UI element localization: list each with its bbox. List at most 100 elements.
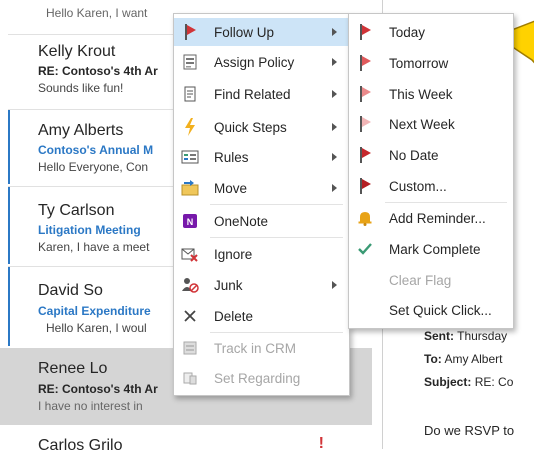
submenu-arrow-icon <box>332 90 337 98</box>
policy-icon <box>180 52 200 72</box>
junk-icon <box>180 275 200 295</box>
message-subject: Contoso's Annual M <box>38 143 154 157</box>
menu-item-label: Quick Steps <box>214 120 287 135</box>
crm-icon <box>180 338 200 358</box>
message-preview: Hello Karen, I woul <box>46 321 147 335</box>
ignore-icon <box>180 244 200 264</box>
submenu-item-label: No Date <box>389 148 439 163</box>
svg-text:N: N <box>187 217 194 227</box>
unread-indicator <box>8 110 10 184</box>
submenu-item-add-reminder[interactable]: Add Reminder... <box>349 204 513 232</box>
submenu-item-custom[interactable]: Custom... <box>349 172 513 200</box>
unread-indicator <box>8 267 10 346</box>
menu-item-label: Follow Up <box>214 25 275 40</box>
menu-separator <box>210 332 343 333</box>
menu-separator <box>385 202 507 203</box>
context-menu: Follow Up Assign Policy Find Related Qui… <box>173 13 350 396</box>
submenu-arrow-icon <box>332 123 337 131</box>
regarding-icon <box>180 368 200 388</box>
message-subject: RE: Contoso's 4th Ar <box>38 382 158 396</box>
flag-next-week-icon <box>355 114 375 134</box>
menu-item-label: Move <box>214 181 248 196</box>
menu-item-find-related[interactable]: Find Related <box>174 80 349 108</box>
menu-item-delete[interactable]: Delete <box>174 302 349 330</box>
submenu-item-clear-flag: Clear Flag <box>349 266 513 294</box>
submenu-item-tomorrow[interactable]: Tomorrow <box>349 49 513 77</box>
unread-indicator <box>8 187 10 264</box>
submenu-arrow-icon <box>332 153 337 161</box>
message-preview: Hello Karen, I want <box>46 6 148 20</box>
sent-label: Sent: <box>424 329 454 343</box>
checkmark-icon <box>355 239 375 259</box>
subject-label: Subject: <box>424 375 472 389</box>
submenu-item-label: Custom... <box>389 179 447 194</box>
menu-separator <box>210 204 343 205</box>
follow-up-submenu: Today Tomorrow This Week Next Week No Da… <box>348 13 514 329</box>
menu-item-assign-policy[interactable]: Assign Policy <box>174 48 349 76</box>
message-subject: Capital Expenditure <box>38 304 151 318</box>
flag-custom-icon <box>355 176 375 196</box>
flag-tomorrow-icon <box>355 53 375 73</box>
menu-item-ignore[interactable]: Ignore <box>174 240 349 268</box>
menu-item-label: Junk <box>214 278 243 293</box>
message-sender: Kelly Krout <box>38 43 116 60</box>
lightning-icon <box>180 117 200 137</box>
to-label: To: <box>424 352 442 366</box>
submenu-item-label: Clear Flag <box>389 273 452 288</box>
menu-item-label: Assign Policy <box>214 55 295 70</box>
subject-value: RE: Co <box>474 375 514 389</box>
submenu-item-label: Mark Complete <box>389 242 481 257</box>
sent-line: Sent: Thursday <box>424 329 507 343</box>
submenu-item-this-week[interactable]: This Week <box>349 80 513 108</box>
to-line: To: Amy Albert <box>424 352 502 366</box>
submenu-item-label: Today <box>389 25 426 40</box>
submenu-item-label: Set Quick Click... <box>389 303 492 318</box>
delete-icon <box>180 306 200 326</box>
message-preview: Sounds like fun! <box>38 81 124 95</box>
menu-separator <box>210 237 343 238</box>
submenu-item-label: Add Reminder... <box>389 211 486 226</box>
menu-item-onenote[interactable]: N OneNote <box>174 207 349 235</box>
submenu-arrow-icon <box>332 28 337 36</box>
menu-item-label: Find Related <box>214 87 291 102</box>
menu-item-label: Set Regarding <box>214 371 301 386</box>
submenu-arrow-icon <box>332 58 337 66</box>
message-item[interactable]: Carlos Grilo ! <box>0 427 372 457</box>
menu-item-follow-up[interactable]: Follow Up <box>174 18 349 46</box>
to-value[interactable]: Amy Albert <box>444 352 502 366</box>
submenu-item-label: This Week <box>389 87 453 102</box>
message-subject: RE: Contoso's 4th Ar <box>38 64 158 78</box>
message-sender: Renee Lo <box>38 360 108 377</box>
submenu-item-label: Next Week <box>389 117 455 132</box>
menu-item-junk[interactable]: Junk <box>174 271 349 299</box>
menu-item-label: Rules <box>214 150 249 165</box>
submenu-item-next-week[interactable]: Next Week <box>349 110 513 138</box>
importance-icon: ! <box>318 435 324 452</box>
rules-icon <box>180 147 200 167</box>
message-preview: I have no interest in <box>38 399 143 413</box>
sent-value: Thursday <box>457 329 508 343</box>
menu-item-label: Track in CRM <box>214 341 297 356</box>
submenu-arrow-icon <box>332 281 337 289</box>
flag-this-week-icon <box>355 84 375 104</box>
menu-item-set-regarding: Set Regarding <box>174 364 349 392</box>
menu-item-label: OneNote <box>214 214 269 229</box>
menu-item-move[interactable]: Move <box>174 174 349 202</box>
subject-line: Subject: RE: Co <box>424 375 513 389</box>
submenu-item-today[interactable]: Today <box>349 18 513 46</box>
submenu-item-no-date[interactable]: No Date <box>349 141 513 169</box>
submenu-item-set-quick-click[interactable]: Set Quick Click... <box>349 296 513 324</box>
message-sender: Amy Alberts <box>38 122 124 139</box>
menu-item-rules[interactable]: Rules <box>174 143 349 171</box>
message-subject: Litigation Meeting <box>38 223 141 237</box>
menu-item-label: Ignore <box>214 247 253 262</box>
message-sender: Carlos Grilo <box>38 437 123 454</box>
message-preview: Karen, I have a meet <box>38 240 150 254</box>
flag-icon <box>180 22 200 42</box>
menu-item-quick-steps[interactable]: Quick Steps <box>174 113 349 141</box>
menu-item-label: Delete <box>214 309 254 324</box>
message-preview: Hello Everyone, Con <box>38 160 149 174</box>
submenu-item-mark-complete[interactable]: Mark Complete <box>349 235 513 263</box>
move-icon <box>180 178 200 198</box>
flag-today-icon <box>355 22 375 42</box>
